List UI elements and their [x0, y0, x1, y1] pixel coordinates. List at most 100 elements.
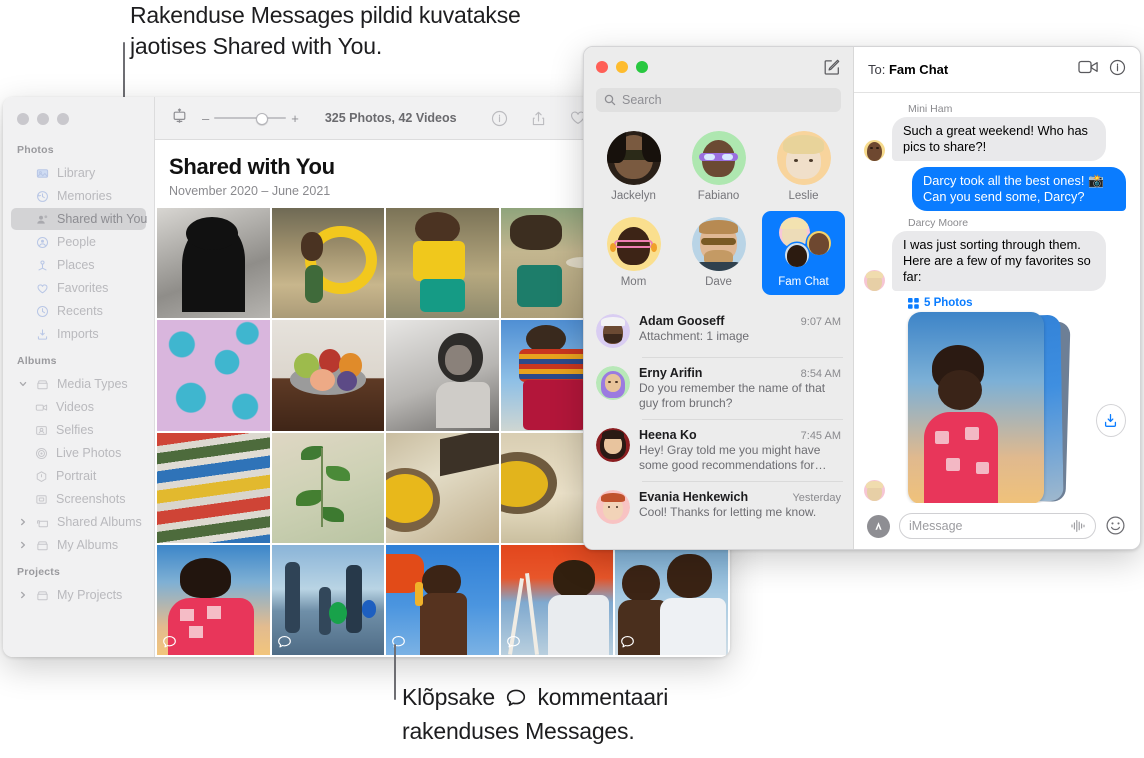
zoom-slider-knob[interactable]: [256, 113, 269, 125]
sidebar-item-shared-albums[interactable]: Shared Albums: [11, 511, 146, 533]
photo-father-son[interactable]: [615, 544, 728, 655]
chat-input-bar: iMessage: [854, 503, 1140, 549]
messages-app-window: Search Jackelyn Fabiano Leslie Mom Dave Fam C…: [583, 46, 1141, 550]
messages-traffic-lights[interactable]: [596, 61, 648, 73]
pinned-conversation-jackelyn[interactable]: Jackelyn: [592, 125, 675, 209]
zoom-slider[interactable]: – +: [202, 111, 299, 126]
sidebar-item-recents[interactable]: Recents: [11, 300, 146, 322]
info-icon[interactable]: [491, 110, 508, 127]
pinned-conversation-mom[interactable]: Mom: [592, 211, 675, 295]
avatar: [691, 217, 746, 271]
pinned-conversation-leslie[interactable]: Leslie: [762, 125, 845, 209]
sidebar-item-label: My Projects: [57, 588, 123, 602]
info-icon[interactable]: [1109, 59, 1126, 81]
photo-painted-poles[interactable]: [157, 432, 270, 543]
disclosure-triangle[interactable]: [17, 541, 28, 549]
photo-boy-popsicle[interactable]: [386, 544, 499, 655]
disclosure-triangle[interactable]: [17, 591, 28, 599]
photo-beach-family[interactable]: [271, 544, 385, 655]
compose-icon[interactable]: [823, 58, 841, 76]
projector-icon[interactable]: [171, 107, 188, 129]
message-bubble[interactable]: Darcy took all the best ones! 📸 Can you …: [912, 167, 1126, 211]
search-icon: [604, 94, 616, 106]
photo-woman-pink-sunset[interactable]: [157, 544, 270, 655]
sidebar-item-places[interactable]: Places: [11, 254, 146, 276]
minimize-button[interactable]: [37, 113, 49, 125]
download-button[interactable]: [1095, 404, 1126, 437]
photo-yellow-brush-bowl[interactable]: [386, 432, 499, 543]
comment-bubble-icon[interactable]: [162, 635, 177, 650]
comment-bubble-icon[interactable]: [506, 635, 521, 650]
photo-yellow-float[interactable]: [271, 208, 385, 319]
disclosure-triangle[interactable]: [17, 518, 28, 526]
photo-fruit-bowl[interactable]: [271, 320, 385, 431]
heart-icon: [35, 282, 50, 295]
photo-thumbnail: [271, 320, 385, 431]
pinned-conversation-name: Jackelyn: [611, 190, 656, 202]
share-icon[interactable]: [530, 110, 547, 127]
sidebar-item-selfies[interactable]: Selfies: [11, 419, 146, 441]
message-bubble[interactable]: Such a great weekend! Who has pics to sh…: [892, 117, 1106, 161]
sidebar-item-my-albums[interactable]: My Albums: [11, 534, 146, 556]
sidebar-item-people[interactable]: People: [11, 231, 146, 253]
photo-blue-floral-fabric[interactable]: [157, 320, 270, 431]
zoom-button[interactable]: [636, 61, 648, 73]
photo-man-umbrella[interactable]: [500, 544, 614, 655]
photo-thumbnail: [386, 208, 499, 319]
sidebar-item-favorites[interactable]: Favorites: [11, 277, 146, 299]
chat-messages: Mini Ham Such a great weekend! Who has p…: [854, 93, 1140, 503]
pinned-conversations: Jackelyn Fabiano Leslie Mom Dave Fam Chat: [584, 112, 853, 301]
conversation-list-item[interactable]: Heena Ko 7:45 AM Hey! Gray told me you mig…: [584, 419, 853, 481]
library-icon: [35, 167, 50, 180]
zoom-in-label[interactable]: +: [291, 111, 299, 126]
close-button[interactable]: [17, 113, 29, 125]
pinned-conversation-name: Leslie: [788, 190, 819, 202]
close-button[interactable]: [596, 61, 608, 73]
sidebar-item-imports[interactable]: Imports: [11, 323, 146, 345]
sidebar-item-portrait[interactable]: Portrait: [11, 465, 146, 487]
sidebar-item-videos[interactable]: Videos: [11, 396, 146, 418]
photo-silhouette-bw[interactable]: [157, 208, 270, 319]
photos-traffic-lights[interactable]: [3, 105, 154, 135]
pinned-conversation-dave[interactable]: Dave: [677, 211, 760, 295]
photos-attachment-link[interactable]: 5 Photos: [908, 297, 1126, 309]
minimize-button[interactable]: [616, 61, 628, 73]
conversation-list-item[interactable]: Erny Arifin 8:54 AM Do you remember the na…: [584, 357, 853, 419]
chat-recipient[interactable]: To: Fam Chat: [868, 62, 948, 77]
disclosure-triangle[interactable]: [17, 380, 28, 388]
audio-waveform-icon[interactable]: [1070, 519, 1086, 533]
conversation-list-item[interactable]: Adam Gooseff 9:07 AM Attachment: 1 image: [584, 305, 853, 357]
comment-bubble-icon[interactable]: [620, 635, 635, 650]
pinned-conversation-fam-chat[interactable]: Fam Chat: [762, 211, 845, 295]
zoom-slider-track[interactable]: [214, 113, 287, 125]
sidebar-item-label: Places: [57, 258, 95, 272]
facetime-video-icon[interactable]: [1078, 59, 1099, 80]
sidebar-section-heading: Photos: [17, 144, 54, 156]
sidebar-item-my-projects[interactable]: My Projects: [11, 584, 146, 606]
search-input[interactable]: Search: [596, 88, 841, 112]
pinned-conversation-fabiano[interactable]: Fabiano: [677, 125, 760, 209]
sidebar-item-shared-with-you[interactable]: Shared with You: [11, 208, 147, 230]
sidebar-item-live-photos[interactable]: Live Photos: [11, 442, 146, 464]
photo-woman-portrait-bw[interactable]: [386, 320, 499, 431]
app-store-icon[interactable]: [867, 514, 890, 538]
conversation-list-item[interactable]: Evania Henkewich Yesterday Cool! Thanks fo…: [584, 481, 853, 533]
callout-bottom-part3: rakenduses Messages.: [402, 718, 635, 744]
photo-green-leaves[interactable]: [271, 432, 385, 543]
photo-stack[interactable]: [908, 312, 1071, 503]
imessage-input[interactable]: iMessage: [899, 513, 1096, 539]
sidebar-item-media-types[interactable]: Media Types: [11, 373, 146, 395]
photos-count-label: 5 Photos: [924, 297, 973, 309]
sidebar-item-memories[interactable]: Memories: [11, 185, 146, 207]
comment-bubble-icon[interactable]: [277, 635, 292, 650]
sidebar-item-label: Recents: [57, 304, 103, 318]
zoom-button[interactable]: [57, 113, 69, 125]
pinned-conversation-name: Fam Chat: [778, 276, 829, 288]
smiley-icon[interactable]: [1105, 515, 1127, 537]
photo-thumbnail: [157, 208, 270, 319]
sidebar-item-library[interactable]: Library: [11, 162, 146, 184]
message-bubble[interactable]: I was just sorting through them. Here ar…: [892, 231, 1106, 291]
zoom-out-label[interactable]: –: [202, 111, 209, 126]
sidebar-item-screenshots[interactable]: Screenshots: [11, 488, 146, 510]
photo-child-yellow-top[interactable]: [386, 208, 499, 319]
